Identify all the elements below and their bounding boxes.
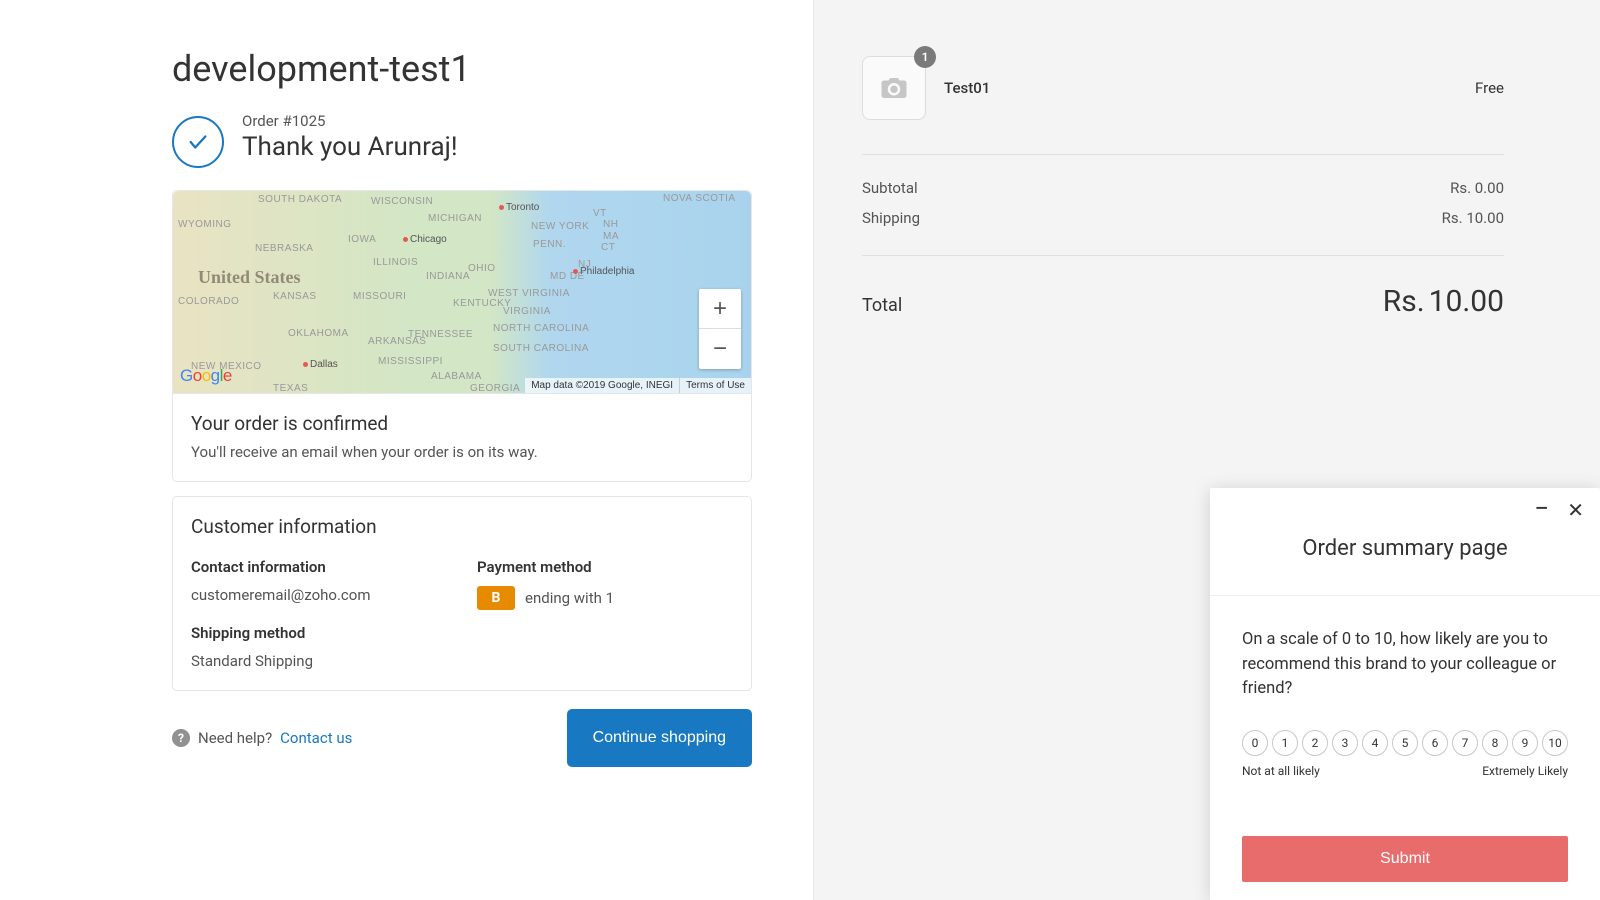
nps-option-4[interactable]: 4 — [1362, 730, 1388, 756]
item-name: Test01 — [944, 79, 1457, 97]
nps-option-0[interactable]: 0 — [1242, 730, 1268, 756]
payment-method-value: ending with 1 — [525, 589, 614, 607]
thank-you-text: Thank you Arunraj! — [242, 132, 458, 162]
item-quantity-badge: 1 — [914, 46, 936, 68]
nps-high-label: Extremely Likely — [1482, 764, 1568, 778]
survey-submit-button[interactable]: Submit — [1242, 836, 1568, 882]
map-zoom-in-button[interactable]: + — [699, 289, 741, 329]
shipping-method-heading: Shipping method — [191, 624, 447, 642]
product-thumbnail — [862, 56, 926, 120]
line-item: 1 Test01 Free — [862, 56, 1504, 155]
shipping-method-value: Standard Shipping — [191, 652, 447, 670]
nps-option-10[interactable]: 10 — [1542, 730, 1568, 756]
continue-shopping-button[interactable]: Continue shopping — [567, 709, 752, 767]
nps-low-label: Not at all likely — [1242, 764, 1320, 778]
map-attribution: Map data ©2019 Google, INEGI Terms of Us… — [525, 378, 751, 393]
checkmark-icon — [172, 116, 224, 168]
subtotal-value: Rs. 0.00 — [1450, 179, 1504, 197]
nps-option-8[interactable]: 8 — [1482, 730, 1508, 756]
nps-option-6[interactable]: 6 — [1422, 730, 1448, 756]
contact-us-link[interactable]: Contact us — [280, 729, 352, 747]
item-price: Free — [1475, 79, 1504, 97]
customer-info-card: Customer information Contact information… — [172, 496, 752, 691]
close-icon[interactable]: ✕ — [1567, 500, 1584, 526]
map-terms-link[interactable]: Terms of Use — [679, 378, 751, 393]
customer-info-title: Customer information — [191, 515, 733, 538]
shipping-value: Rs. 10.00 — [1442, 209, 1504, 227]
survey-popup: − ✕ Order summary page On a scale of 0 t… — [1210, 488, 1600, 900]
help-text: Need help? — [198, 729, 272, 747]
nps-option-9[interactable]: 9 — [1512, 730, 1538, 756]
nps-option-7[interactable]: 7 — [1452, 730, 1478, 756]
survey-question: On a scale of 0 to 10, how likely are yo… — [1242, 628, 1568, 702]
nps-option-2[interactable]: 2 — [1302, 730, 1328, 756]
map-zoom-controls: + − — [699, 289, 741, 369]
nps-option-5[interactable]: 5 — [1392, 730, 1418, 756]
nps-scale: 0 1 2 3 4 5 6 7 8 9 10 — [1242, 730, 1568, 756]
order-number: Order #1025 — [242, 112, 458, 130]
contact-info-heading: Contact information — [191, 558, 447, 576]
nps-option-1[interactable]: 1 — [1272, 730, 1298, 756]
map[interactable]: United States SOUTH DAKOTA WYOMING NEBRA… — [173, 191, 751, 394]
shipping-label: Shipping — [862, 209, 920, 227]
contact-info-value: customeremail@zoho.com — [191, 586, 447, 604]
nps-option-3[interactable]: 3 — [1332, 730, 1358, 756]
order-confirmed-subtext: You'll receive an email when your order … — [191, 443, 733, 461]
minimize-icon[interactable]: − — [1534, 496, 1549, 522]
order-confirmed-title: Your order is confirmed — [191, 412, 733, 435]
map-label-us: United States — [198, 267, 301, 288]
totals: Subtotal Rs. 0.00 Shipping Rs. 10.00 — [862, 155, 1504, 256]
map-confirm-card: United States SOUTH DAKOTA WYOMING NEBRA… — [172, 190, 752, 482]
payment-card-icon: B — [477, 586, 515, 610]
google-logo: Google — [180, 366, 232, 386]
subtotal-label: Subtotal — [862, 179, 918, 197]
payment-method-heading: Payment method — [477, 558, 733, 576]
total-value: 10.00 — [1429, 284, 1504, 319]
help-icon: ? — [172, 729, 190, 747]
map-zoom-out-button[interactable]: − — [699, 329, 741, 369]
total-label: Total — [862, 295, 902, 316]
store-name: development-test1 — [172, 48, 753, 90]
survey-title: Order summary page — [1210, 530, 1600, 596]
total-currency: Rs. — [1383, 284, 1425, 319]
thank-you-header: Order #1025 Thank you Arunraj! — [172, 112, 753, 168]
